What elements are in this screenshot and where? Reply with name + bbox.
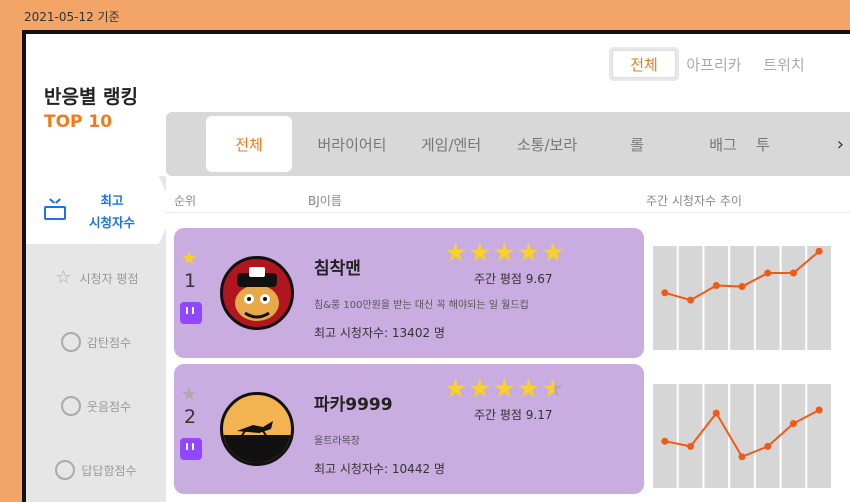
category-tab-all[interactable]: 전체 <box>206 116 292 172</box>
sidebar-item-admiration[interactable]: 감탄점수 <box>26 312 166 372</box>
page-subtitle: TOP 10 <box>44 112 113 132</box>
trend-point <box>738 283 746 291</box>
date-label: 2021-05-12 기준 <box>24 10 120 24</box>
trend-point <box>815 247 823 255</box>
trend-column <box>653 384 677 488</box>
category-tab-variety[interactable]: 버라이어티 <box>302 112 402 176</box>
sidebar-item-frustration[interactable]: 답답함점수 <box>26 440 166 500</box>
bj-name: 파카9999 <box>314 395 393 415</box>
ranking-row[interactable]: ★ 1 침착맨 ★★★★★ 주간 평점 9.67 침&풍 100만원을 받는 대… <box>174 228 644 358</box>
platform-tab-afreeca[interactable]: 아프리카 <box>682 50 746 78</box>
sidebar-item-label: 시청자 평점 <box>79 271 139 286</box>
rank-number: 1 <box>184 270 197 292</box>
column-header-trend: 주간 시청자수 추이 <box>646 194 742 208</box>
sidebar-item-laughter[interactable]: 웃음점수 <box>26 376 166 436</box>
avatar <box>220 392 294 466</box>
bj-name: 침착맨 <box>314 259 361 279</box>
sidebar-item-viewer-rating[interactable]: ☆ 시청자 평점 <box>26 248 166 308</box>
chevron-right-icon[interactable]: › <box>837 134 844 155</box>
smile-face-icon <box>60 332 81 352</box>
rating-stars: ★★★★★ <box>444 238 566 268</box>
peak-viewers: 최고 시청자수: 10442 명 <box>314 462 445 476</box>
rank-number: 2 <box>184 406 197 428</box>
trend-column <box>704 384 729 488</box>
ranking-panel: 반응별 랭킹 TOP 10 전체 아프리카 트위치 전체 버라이어티 게임/엔터… <box>26 34 850 502</box>
category-tab-pubg[interactable]: 배그 <box>680 112 766 176</box>
trend-column <box>704 246 729 350</box>
trend-column <box>653 246 677 350</box>
trend-point <box>687 442 695 450</box>
category-tab-bar: 전체 버라이어티 게임/엔터 소통/보라 롤 배그 투 › <box>166 112 850 176</box>
trend-point <box>712 409 720 417</box>
laugh-face-icon <box>60 396 81 416</box>
category-tab-talk[interactable]: 소통/보라 <box>502 112 592 176</box>
divider <box>166 212 850 213</box>
trend-chart <box>653 246 831 350</box>
category-tab-lol[interactable]: 롤 <box>594 112 680 176</box>
trend-column <box>755 246 780 350</box>
twitch-icon <box>180 438 202 460</box>
star-outline-icon: ☆ <box>55 267 72 288</box>
gold-star-icon: ★ <box>181 248 198 269</box>
platform-tab-all[interactable]: 전체 <box>612 50 676 78</box>
trend-chart <box>653 384 831 488</box>
trend-column <box>755 384 780 488</box>
trend-point <box>661 437 669 445</box>
sidebar-item-label: 답답함점수 <box>81 463 137 478</box>
sidebar-active-label: 최고 시청자수 <box>88 193 135 230</box>
tv-icon <box>44 206 66 220</box>
neutral-face-icon <box>55 460 76 480</box>
category-tab-more[interactable]: 투 <box>756 112 816 176</box>
column-header-rank: 순위 <box>174 194 197 208</box>
trend-point <box>764 269 772 277</box>
sidebar-item-label: 웃음점수 <box>86 399 132 414</box>
trend-point <box>815 406 823 414</box>
trend-point <box>789 269 797 277</box>
broadcast-title: 침&풍 100만원을 받는 대신 꼭 해야되는 일 월드컵 <box>314 300 529 311</box>
trend-column <box>781 384 806 488</box>
trend-point <box>738 453 746 461</box>
trend-column <box>730 246 754 350</box>
trend-point <box>661 289 669 297</box>
trend-point <box>712 282 720 290</box>
trend-point <box>687 296 695 304</box>
broadcast-title: 울트라목장 <box>314 436 360 447</box>
sidebar-item-label: 감탄점수 <box>86 335 132 350</box>
silver-star-icon: ★ <box>181 384 198 405</box>
platform-tab-twitch[interactable]: 트위치 <box>752 50 816 78</box>
page-title: 반응별 랭킹 <box>44 86 139 108</box>
trend-point <box>764 442 772 450</box>
sidebar-item-top-viewers[interactable]: 최고 시청자수 <box>26 176 174 244</box>
peak-viewers: 최고 시청자수: 13402 명 <box>314 326 445 340</box>
column-header-bj-name: BJ이름 <box>308 194 342 208</box>
twitch-icon <box>180 302 202 324</box>
trend-point <box>789 420 797 428</box>
rating-stars: ★★★★★ <box>444 374 566 404</box>
ranking-row[interactable]: ★ 2 파카9999 ★★★★★ 주간 평점 9.17 울트라목장 최고 시청자… <box>174 364 644 494</box>
category-tab-game[interactable]: 게임/엔터 <box>406 112 496 176</box>
platform-tabs: 전체 아프리카 트위치 <box>612 50 816 78</box>
weekly-rating: 주간 평점 9.17 <box>474 408 553 422</box>
trend-column <box>807 246 831 350</box>
trend-column <box>807 384 831 488</box>
weekly-rating: 주간 평점 9.67 <box>474 272 553 286</box>
trend-column <box>781 246 806 350</box>
trend-column <box>730 384 754 488</box>
avatar <box>220 256 294 330</box>
